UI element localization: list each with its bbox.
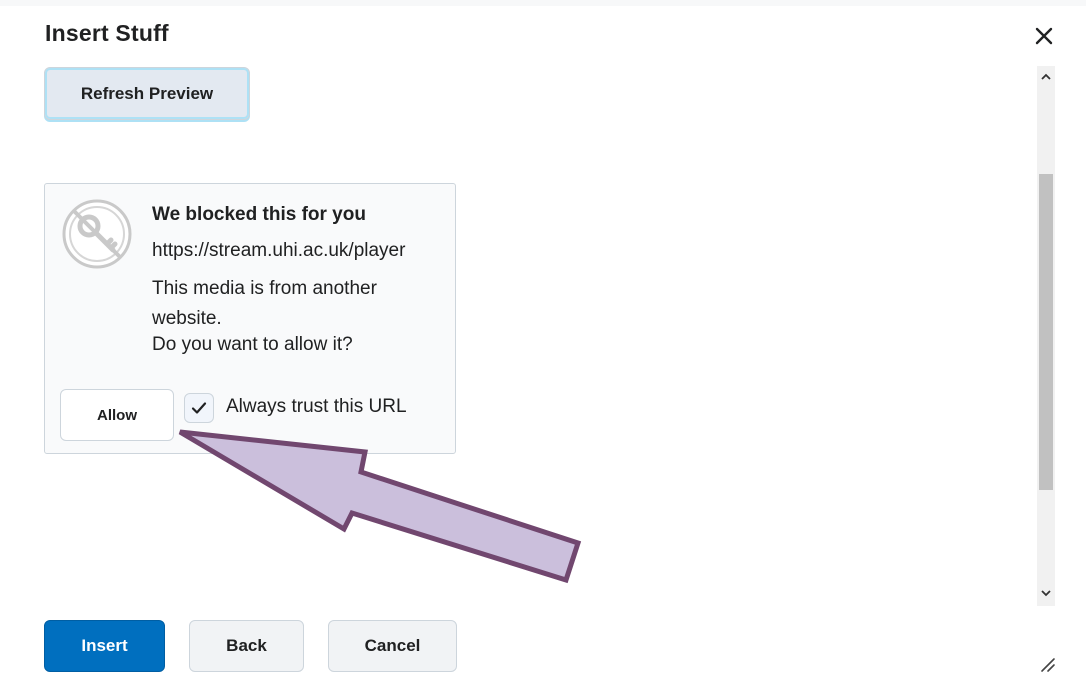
dialog-title: Insert Stuff <box>45 20 169 46</box>
annotation-arrow <box>178 429 582 584</box>
blocked-media-card: We blocked this for you https://stream.u… <box>44 183 456 454</box>
scrollbar-thumb[interactable] <box>1039 174 1053 490</box>
blocked-title: We blocked this for you <box>152 204 366 225</box>
back-button[interactable]: Back <box>189 620 304 672</box>
close-button[interactable] <box>1028 20 1060 52</box>
always-trust-label: Always trust this URL <box>226 396 407 417</box>
chevron-up-icon <box>1041 73 1051 80</box>
blocked-question: Do you want to allow it? <box>152 334 353 355</box>
resize-grip-icon[interactable] <box>1038 655 1056 673</box>
checkmark-icon <box>191 402 207 414</box>
scroll-up-button[interactable] <box>1037 68 1055 86</box>
scrollbar[interactable] <box>1037 66 1055 606</box>
cancel-button[interactable]: Cancel <box>328 620 457 672</box>
close-icon <box>1035 27 1053 45</box>
chevron-down-icon <box>1041 590 1051 597</box>
allow-button[interactable]: Allow <box>60 389 174 441</box>
blocked-message: This media is from another website. <box>152 278 377 329</box>
scroll-down-button[interactable] <box>1037 584 1055 602</box>
blocked-key-icon <box>62 199 132 269</box>
refresh-preview-button[interactable]: Refresh Preview <box>44 67 250 120</box>
dialog-top-edge <box>0 0 1086 6</box>
annotation-arrow-shape <box>178 429 582 584</box>
always-trust-checkbox[interactable] <box>184 393 214 423</box>
blocked-url: https://stream.uhi.ac.uk/player <box>152 240 406 261</box>
insert-button[interactable]: Insert <box>44 620 165 672</box>
